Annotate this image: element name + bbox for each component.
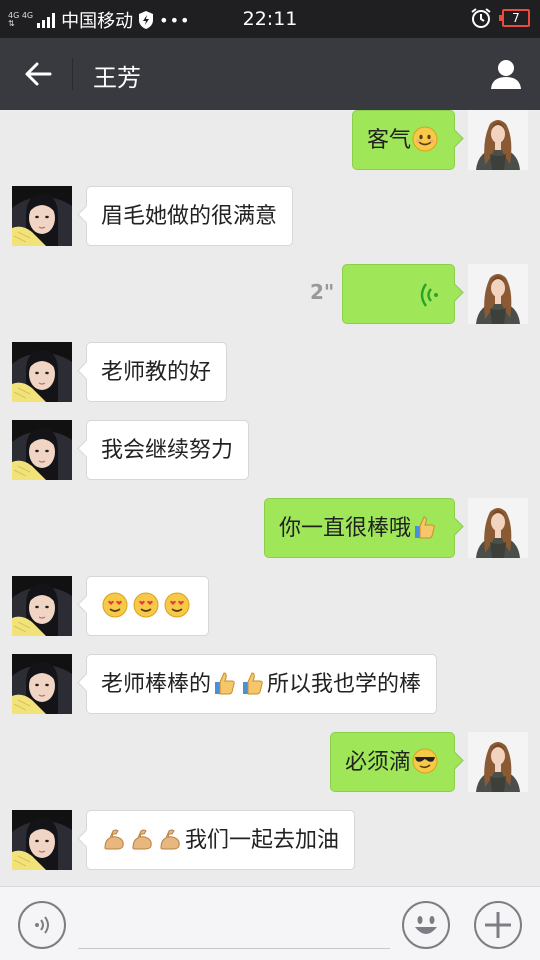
cool-emoji-icon (412, 748, 438, 774)
thumbs-up-emoji-icon (212, 670, 238, 696)
chat-title: 王芳 (93, 64, 141, 92)
title-divider (72, 58, 73, 90)
chat-info-button[interactable] (486, 54, 526, 94)
arrow-left-icon (25, 62, 52, 86)
incoming-message: 眉毛她做的很满意 (0, 186, 540, 246)
message-bubble[interactable]: 老师教的好 (86, 342, 227, 402)
battery-icon: 7 (499, 9, 530, 27)
outgoing-message: 客气 (0, 110, 540, 170)
input-bar (0, 886, 540, 960)
heart-eyes-emoji-icon (133, 592, 159, 618)
contact-avatar[interactable] (12, 810, 72, 870)
emoji-icon (415, 916, 437, 934)
voice-duration: 2" (310, 280, 335, 304)
voice-message-bubble[interactable] (342, 264, 455, 324)
more-functions-button[interactable] (474, 901, 522, 949)
incoming-message (0, 576, 540, 636)
voice-mode-button[interactable] (18, 901, 66, 949)
message-bubble[interactable]: 我会继续努力 (86, 420, 249, 480)
status-right: 7 (470, 7, 530, 29)
my-avatar[interactable] (468, 498, 528, 558)
thumbs-up-emoji-icon (240, 670, 266, 696)
message-list[interactable]: 客气 眉毛她做的很满意 2" 老师教的好 我会继续努力 你一直很棒哦 老师棒棒的… (0, 110, 540, 886)
message-bubble[interactable]: 我们一起去加油 (86, 810, 355, 870)
message-text: 我会继续努力 (101, 438, 234, 463)
contact-avatar[interactable] (12, 420, 72, 480)
message-text: 眉毛她做的很满意 (101, 204, 278, 229)
message-text: 你一直很棒哦 (279, 516, 412, 541)
voice-icon (35, 916, 49, 934)
thumbs-up-emoji-icon (412, 514, 438, 540)
message-text: 客气 (367, 128, 412, 153)
clock: 22:11 (242, 8, 298, 30)
outgoing-message: 2" (0, 264, 540, 324)
message-text-prefix: 老师棒棒的 (101, 672, 212, 697)
message-bubble[interactable] (86, 576, 209, 636)
message-bubble[interactable]: 必须滴 (330, 732, 455, 792)
message-bubble[interactable]: 你一直很棒哦 (264, 498, 455, 558)
incoming-message: 我会继续努力 (0, 420, 540, 480)
heart-eyes-emoji-icon (102, 592, 128, 618)
message-text: 老师教的好 (101, 360, 212, 385)
my-avatar[interactable] (468, 732, 528, 792)
muscle-emoji-icon (158, 826, 184, 852)
outgoing-message: 必须滴 (0, 732, 540, 792)
my-avatar[interactable] (468, 110, 528, 170)
message-input[interactable] (78, 901, 390, 949)
incoming-message: 老师教的好 (0, 342, 540, 402)
back-button[interactable] (18, 56, 58, 92)
title-bar: 王芳 (0, 38, 540, 110)
message-bubble[interactable]: 客气 (352, 110, 455, 170)
alarm-clock-icon (471, 8, 491, 28)
contact-avatar[interactable] (12, 186, 72, 246)
message-text: 所以我也学的棒 (267, 672, 422, 697)
contact-avatar[interactable] (12, 576, 72, 636)
person-icon (491, 60, 521, 89)
outgoing-message: 你一直很棒哦 (0, 498, 540, 558)
status-bar: 4G 4G ⇅ 中国移动 ••• 22:11 7 (0, 0, 540, 38)
muscle-emoji-icon (102, 826, 128, 852)
my-avatar[interactable] (468, 264, 528, 324)
heart-eyes-emoji-icon (164, 592, 190, 618)
message-text: 我们一起去加油 (185, 828, 340, 853)
voice-wave-icon (420, 283, 438, 307)
message-text: 必须滴 (345, 750, 412, 775)
plus-icon (485, 912, 511, 938)
contact-avatar[interactable] (12, 654, 72, 714)
incoming-message: 老师棒棒的 所以我也学的棒 (0, 654, 540, 714)
smile-emoji-icon (412, 126, 438, 152)
message-bubble[interactable]: 老师棒棒的 所以我也学的棒 (86, 654, 437, 714)
muscle-emoji-icon (130, 826, 156, 852)
incoming-message: 我们一起去加油 (0, 810, 540, 870)
contact-avatar[interactable] (12, 342, 72, 402)
emoji-button[interactable] (402, 901, 450, 949)
message-bubble[interactable]: 眉毛她做的很满意 (86, 186, 293, 246)
